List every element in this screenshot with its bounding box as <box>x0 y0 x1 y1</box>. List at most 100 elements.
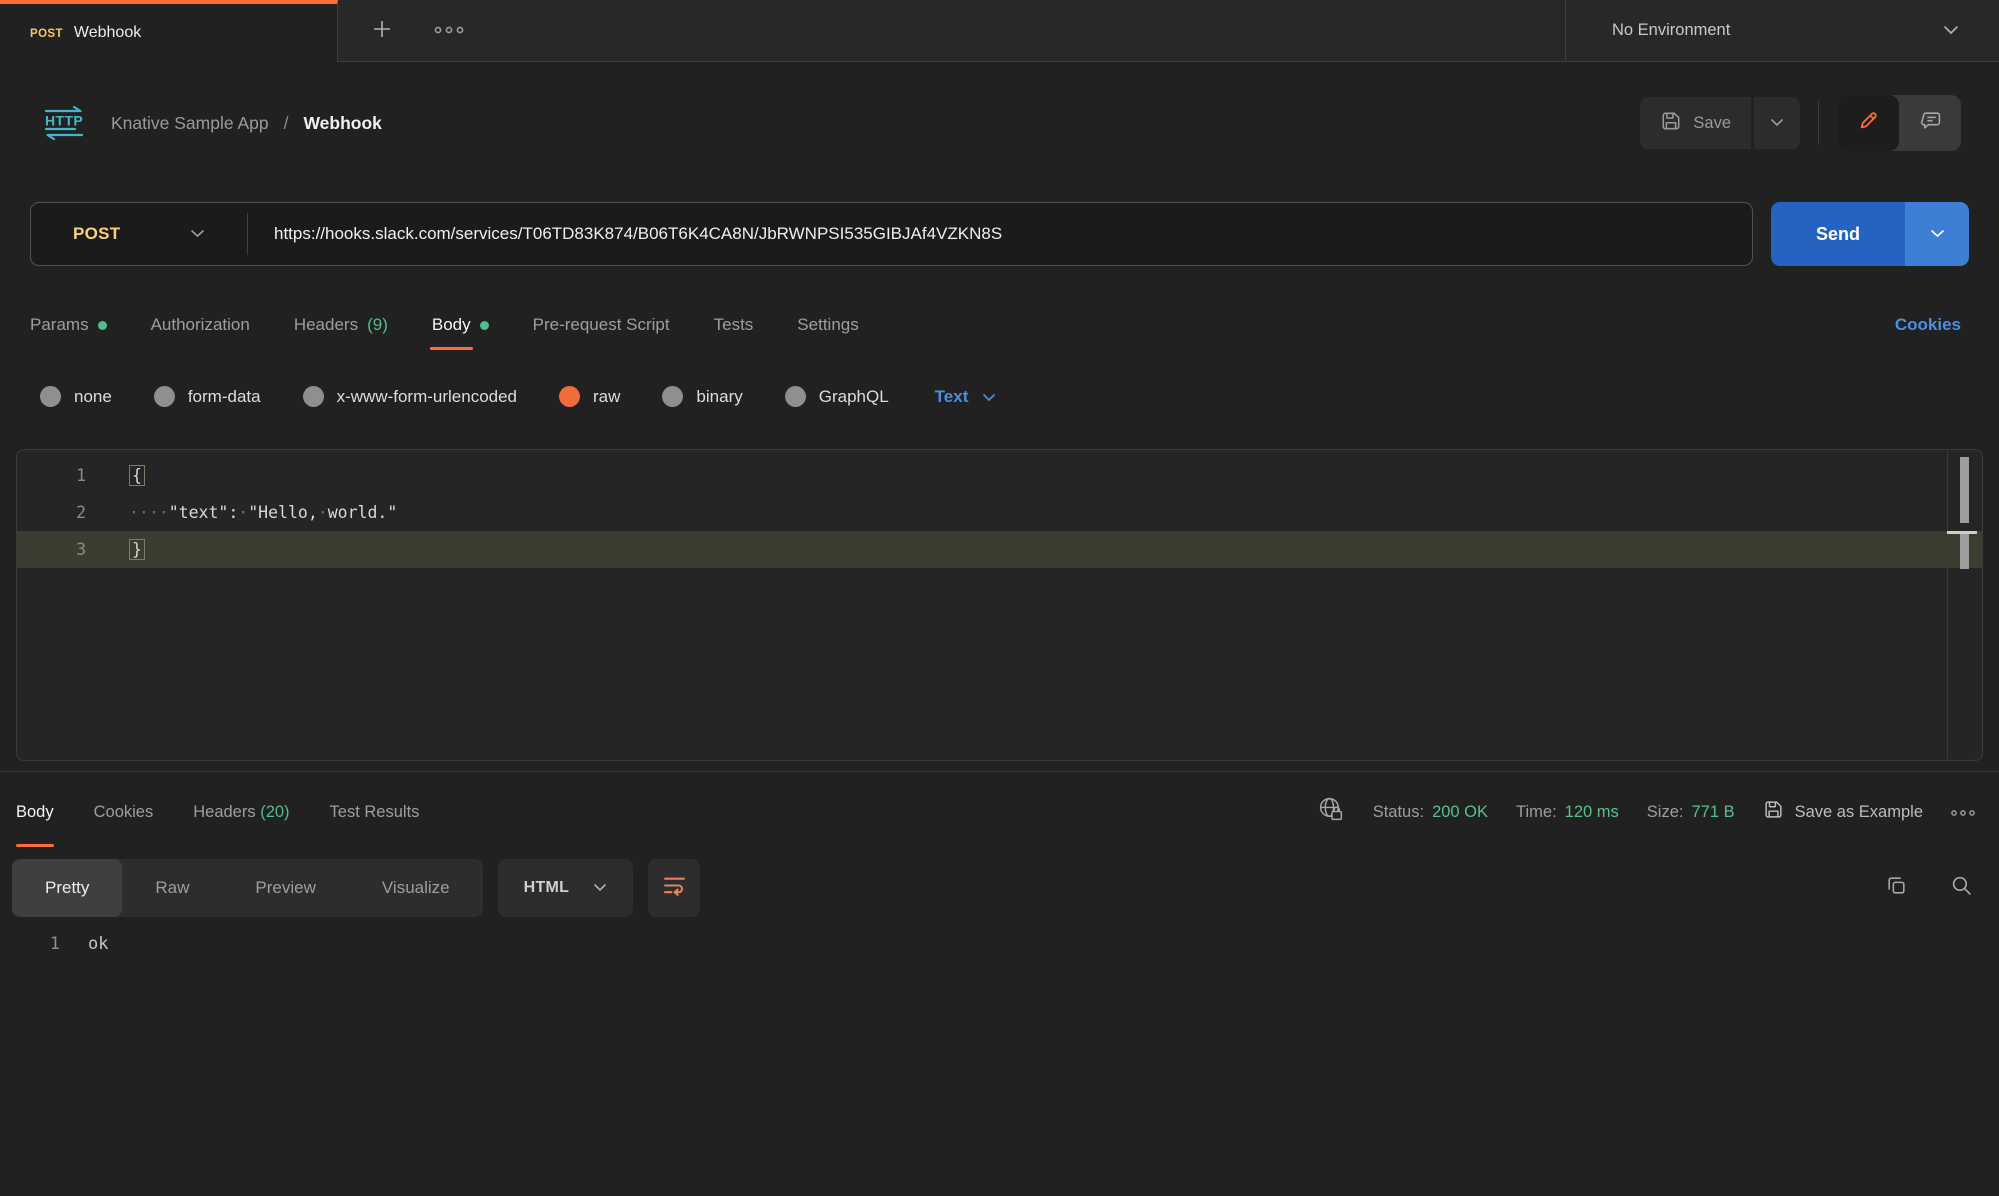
save-as-example-label: Save as Example <box>1795 803 1923 822</box>
plus-icon <box>370 17 394 44</box>
search-icon[interactable] <box>1950 874 1973 902</box>
header-divider <box>1818 101 1819 145</box>
copy-icon[interactable] <box>1885 874 1908 902</box>
response-format-select[interactable]: HTML <box>498 859 634 917</box>
request-tab-webhook[interactable]: POST Webhook <box>0 0 338 62</box>
wrap-text-button[interactable] <box>648 859 700 917</box>
radio-form-data-label: form-data <box>188 387 261 407</box>
edit-request-button[interactable] <box>1837 95 1899 151</box>
method-select[interactable]: POST <box>31 224 247 244</box>
chevron-down-icon <box>1770 114 1784 132</box>
tab-headers[interactable]: Headers (9) <box>294 300 388 350</box>
send-options-button[interactable] <box>1905 202 1969 266</box>
svg-text:HTTP: HTTP <box>45 113 83 129</box>
tab-settings[interactable]: Settings <box>797 300 858 350</box>
raw-format-select[interactable]: Text <box>935 387 997 407</box>
tab-body[interactable]: Body <box>432 300 489 350</box>
view-pretty[interactable]: Pretty <box>12 859 122 917</box>
radio-form-data[interactable]: form-data <box>154 386 261 407</box>
tab-pre-request-script[interactable]: Pre-request Script <box>533 300 670 350</box>
radio-graphql[interactable]: GraphQL <box>785 386 889 407</box>
cookies-link[interactable]: Cookies <box>1895 300 1961 350</box>
size-label: Size: <box>1647 803 1684 822</box>
response-body: 1 ok <box>0 934 1999 954</box>
radio-none[interactable]: none <box>40 386 112 407</box>
save-button-label: Save <box>1693 114 1731 133</box>
tab-tests[interactable]: Tests <box>714 300 754 350</box>
view-visualize[interactable]: Visualize <box>349 859 483 917</box>
response-tab-body-label: Body <box>16 803 54 822</box>
chevron-down-icon <box>190 225 205 243</box>
tab-params[interactable]: Params <box>30 300 107 350</box>
more-options-icon <box>434 23 464 38</box>
tab-body-label: Body <box>432 315 471 335</box>
response-format-label: HTML <box>524 879 570 897</box>
line-number: 3 <box>17 540 107 559</box>
response-tab-body[interactable]: Body <box>16 772 54 852</box>
radio-binary[interactable]: binary <box>662 386 742 407</box>
breadcrumb-request-name[interactable]: Webhook <box>303 113 381 134</box>
tab-method-badge: POST <box>30 26 63 40</box>
radio-none-label: none <box>74 387 112 407</box>
line-number: 1 <box>17 466 107 485</box>
tab-bar: POST Webhook No Environment <box>0 0 1999 62</box>
response-tab-headers-label: Headers <box>193 803 255 822</box>
time-value: 120 ms <box>1565 803 1619 822</box>
radio-circle <box>785 386 806 407</box>
environment-selector[interactable]: No Environment <box>1565 0 1999 62</box>
url-input[interactable]: https://hooks.slack.com/services/T06TD83… <box>248 224 1002 244</box>
view-raw[interactable]: Raw <box>122 859 222 917</box>
pencil-icon <box>1857 109 1880 137</box>
response-tab-cookies[interactable]: Cookies <box>94 772 154 852</box>
response-tab-cookies-label: Cookies <box>94 803 154 822</box>
tab-pre-request-label: Pre-request Script <box>533 315 670 335</box>
request-tabs: Params Authorization Headers (9) Body Pr… <box>0 300 1999 350</box>
open-brace: { <box>129 465 145 486</box>
active-response-tab-underline <box>16 844 54 847</box>
tab-authorization[interactable]: Authorization <box>151 300 250 350</box>
comment-button[interactable] <box>1899 95 1961 151</box>
new-tab-button[interactable] <box>370 17 394 44</box>
save-options-button[interactable] <box>1754 97 1800 149</box>
save-icon <box>1763 799 1784 825</box>
status-value: 200 OK <box>1432 803 1488 822</box>
breadcrumb-separator: / <box>284 113 289 134</box>
editor-line-3-content: } <box>107 540 145 559</box>
header-actions: Save <box>1640 95 1961 151</box>
response-tab-headers[interactable]: Headers (20) <box>193 772 289 852</box>
view-preview[interactable]: Preview <box>222 859 348 917</box>
postman-app: POST Webhook No Environment <box>0 0 1999 954</box>
response-body-text: ok <box>88 934 108 954</box>
http-method-icon: HTTP <box>40 104 88 142</box>
tab-title: Webhook <box>74 24 141 42</box>
save-icon <box>1660 110 1682 137</box>
status-pair: Status: 200 OK <box>1373 803 1488 822</box>
environment-label: No Environment <box>1612 21 1730 40</box>
comment-icon <box>1919 109 1942 137</box>
breadcrumb-collection[interactable]: Knative Sample App <box>111 113 269 134</box>
response-tools <box>1885 874 1973 902</box>
response-headers-count: (20) <box>260 803 289 822</box>
response-tab-test-results[interactable]: Test Results <box>330 772 420 852</box>
radio-raw[interactable]: raw <box>559 386 620 407</box>
radio-graphql-label: GraphQL <box>819 387 889 407</box>
response-section: Body Cookies Headers (20) Test Results <box>0 771 1999 954</box>
chevron-down-icon <box>593 879 607 897</box>
radio-circle <box>662 386 683 407</box>
send-button[interactable]: Send <box>1771 202 1905 266</box>
radio-x-www-form-urlencoded[interactable]: x-www-form-urlencoded <box>303 386 517 407</box>
network-info-icon[interactable] <box>1318 796 1345 828</box>
editor-line-2: 2 ····"text":·"Hello,·world." <box>17 494 1982 531</box>
body-dot <box>480 321 489 330</box>
save-button[interactable]: Save <box>1640 97 1751 149</box>
save-as-example-button[interactable]: Save as Example <box>1763 799 1923 825</box>
tab-headers-count: (9) <box>367 315 388 335</box>
request-body-editor[interactable]: 1 { 2 ····"text":·"Hello,·world." 3 } <box>16 449 1983 761</box>
editor-cursor-marker <box>1960 534 1969 569</box>
size-value: 771 B <box>1691 803 1734 822</box>
tab-options-button[interactable] <box>434 23 464 38</box>
size-pair: Size: 771 B <box>1647 803 1735 822</box>
response-options-button[interactable] <box>1951 803 1975 822</box>
editor-scrollbar-thumb[interactable] <box>1960 457 1969 523</box>
chevron-down-icon <box>1930 225 1945 243</box>
